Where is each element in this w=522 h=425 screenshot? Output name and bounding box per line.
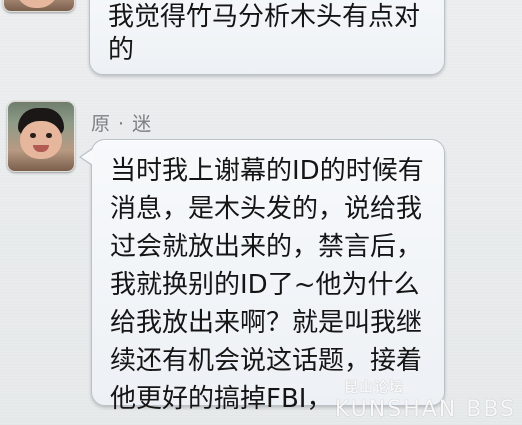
avatar-face <box>20 121 62 159</box>
avatar-eye <box>46 133 52 138</box>
message-line: 过会就放出来的，禁言后， <box>110 232 423 262</box>
avatar[interactable] <box>7 101 75 172</box>
sender-name: 原 · 迷 <box>91 113 153 135</box>
message-line: 我就换别的ID了~他为什么 <box>110 270 420 300</box>
message-line: 的 <box>108 35 135 65</box>
watermark-bottom: KUNSHAN BBS <box>334 397 516 422</box>
message-bubble: 当时我上谢幕的ID的时候有 消息，是木头发的，说给我 过会就放出来的，禁言后， … <box>79 139 445 414</box>
avatar[interactable] <box>3 0 75 12</box>
message-line: 当时我上谢幕的ID的时候有 <box>110 156 424 186</box>
avatar-eye <box>30 133 36 138</box>
watermark: 昆山论坛 KUNSHAN BBS <box>335 377 516 422</box>
message-line: 我觉得竹马分析木头有点对 <box>108 2 421 32</box>
avatar-face <box>16 0 58 8</box>
message-line: 给我放出来啊？就是叫我继 <box>110 308 423 338</box>
message-bubble: 我觉得竹马分析木头有点对 的 <box>89 0 445 75</box>
watermark-top: 昆山论坛 <box>344 380 404 396</box>
message-line: 消息，是木头发的，说给我 <box>110 194 423 224</box>
message-line: 续还有机会说这话题，接着 <box>110 346 423 376</box>
